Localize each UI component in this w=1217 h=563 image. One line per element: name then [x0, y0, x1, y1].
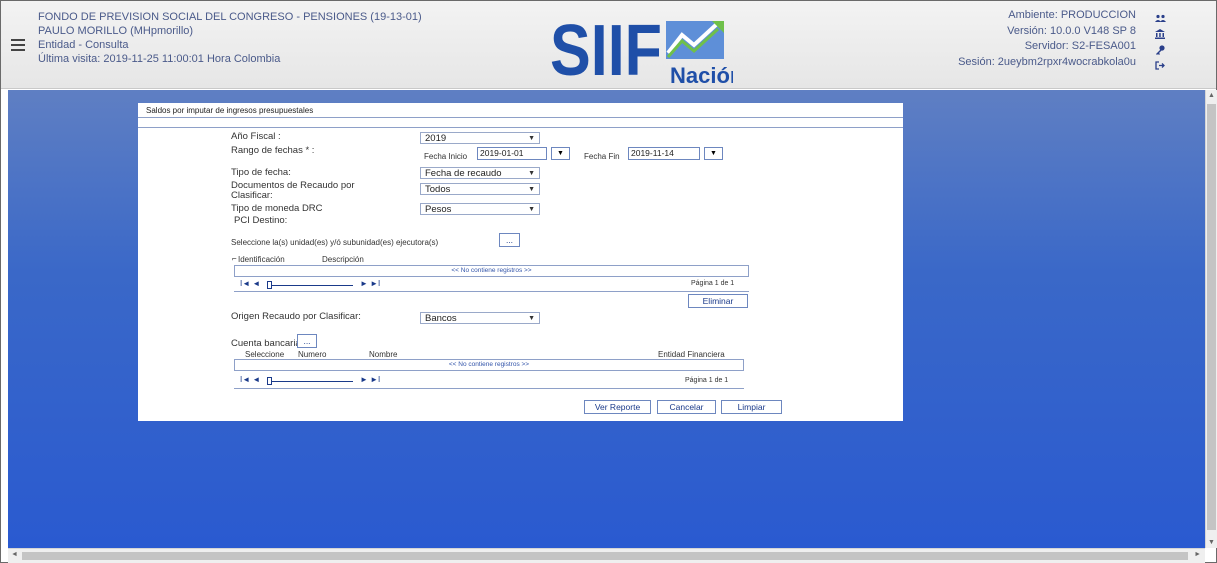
- logo-siif-text: SIIF: [550, 13, 662, 85]
- tipo-moneda-label: Tipo de moneda DRC: [231, 203, 323, 214]
- grid1-col-descripcion: Descripción: [322, 255, 364, 264]
- origen-recaudo-label: Origen Recaudo por Clasificar:: [231, 311, 361, 322]
- fecha-inicio-calendar-button[interactable]: ▼: [551, 147, 570, 160]
- grid2-empty-row: << No contiene registros >>: [234, 359, 744, 371]
- scroll-left-icon[interactable]: ◄: [11, 551, 18, 558]
- ambiente: Ambiente: PRODUCCION: [1008, 9, 1136, 21]
- anio-fiscal-value: 2019: [425, 133, 447, 144]
- user-role: Entidad - Consulta: [38, 39, 129, 51]
- menu-icon[interactable]: [11, 36, 25, 54]
- chevron-down-icon: ▼: [528, 170, 535, 177]
- logout-icon[interactable]: [1150, 58, 1170, 74]
- last-visit: Última visita: 2019-11-25 11:00:01 Hora …: [38, 53, 281, 65]
- key-icon[interactable]: [1150, 42, 1170, 58]
- bank-icon[interactable]: [1150, 27, 1170, 43]
- grid2-page-text: Página 1 de 1: [685, 377, 729, 384]
- fecha-fin-field[interactable]: 2019-11-14: [628, 147, 700, 160]
- grid1-pager-next-last[interactable]: ► ►I: [360, 279, 380, 291]
- grid2-pager-next-last[interactable]: ► ►I: [360, 375, 380, 387]
- fecha-inicio-field[interactable]: 2019-01-01: [477, 147, 547, 160]
- horizontal-scroll-thumb[interactable]: [22, 552, 1188, 560]
- docs-recaudo-label-2: Clasificar:: [231, 190, 273, 201]
- logo-nacion-text: Nación: [670, 63, 733, 85]
- eliminar-button[interactable]: Eliminar: [688, 294, 748, 308]
- anio-fiscal-select[interactable]: 2019 ▼: [420, 132, 540, 144]
- grid2-col-numero: Numero: [298, 350, 327, 359]
- scroll-up-icon[interactable]: ▲: [1206, 92, 1217, 99]
- grid1-checkbox-header[interactable]: ⌐: [232, 254, 237, 263]
- fecha-fin-calendar-button[interactable]: ▼: [704, 147, 723, 160]
- grid1-pager-first-prev[interactable]: I◄ ◄: [240, 279, 260, 291]
- grid2-pager-track: [268, 381, 353, 382]
- grid2-col-seleccione: Seleccione: [245, 350, 285, 359]
- grid1-col-identificacion: Identificación: [238, 255, 285, 264]
- fecha-inicio-label: Fecha Inicio: [424, 152, 468, 161]
- tipo-fecha-select[interactable]: Fecha de recaudo ▼: [420, 167, 540, 179]
- panel-title: Saldos por imputar de ingresos presupues…: [138, 103, 903, 118]
- unidades-label: Seleccione la(s) unidad(es) y/ó subunida…: [231, 238, 439, 247]
- cuenta-bancaria-browse-button[interactable]: ...: [297, 334, 317, 348]
- grid1-pager-slider[interactable]: [267, 281, 272, 289]
- servidor: Servidor: S2-FESA001: [1024, 40, 1136, 52]
- version: Versión: 10.0.0 V148 SP 8: [1007, 24, 1136, 37]
- anio-fiscal-label: Año Fiscal :: [231, 131, 281, 142]
- grid2-footer-line: [234, 388, 744, 389]
- content-area: Saldos por imputar de ingresos presupues…: [8, 90, 1205, 548]
- vertical-scrollbar[interactable]: ▲ ▼: [1205, 90, 1217, 548]
- limpiar-button[interactable]: Limpiar: [721, 400, 782, 414]
- grid2-col-entidad: Entidad Financiera: [658, 350, 725, 359]
- tipo-moneda-value: Pesos: [425, 204, 452, 215]
- user-name: PAULO MORILLO (MHpmorillo): [38, 25, 194, 37]
- tipo-moneda-select[interactable]: Pesos ▼: [420, 203, 540, 215]
- vertical-scroll-thumb[interactable]: [1207, 104, 1216, 530]
- report-form-panel: Saldos por imputar de ingresos presupues…: [138, 103, 903, 421]
- scroll-right-icon[interactable]: ►: [1194, 551, 1201, 558]
- entity-name: FONDO DE PREVISION SOCIAL DEL CONGRESO -…: [38, 11, 422, 23]
- unidades-browse-button[interactable]: ...: [499, 233, 520, 247]
- cuenta-bancaria-label: Cuenta bancaria:: [231, 338, 304, 349]
- scroll-down-icon[interactable]: ▼: [1206, 539, 1217, 546]
- cancelar-button[interactable]: Cancelar: [657, 400, 716, 414]
- grid1-page-text: Página 1 de 1: [691, 280, 735, 287]
- ver-reporte-button[interactable]: Ver Reporte: [584, 400, 651, 414]
- horizontal-scrollbar[interactable]: ◄ ►: [8, 548, 1205, 563]
- chevron-down-icon: ▼: [528, 186, 535, 193]
- grid2-col-nombre: Nombre: [369, 350, 398, 359]
- sesion: Sesión: 2ueybm2rpxr4wocrabkola0u: [958, 55, 1136, 68]
- rango-fechas-label: Rango de fechas * :: [231, 145, 315, 156]
- chevron-down-icon: ▼: [528, 135, 535, 142]
- siif-logo: SIIF Nación: [550, 13, 733, 85]
- pci-destino-label: PCI Destino:: [234, 215, 288, 226]
- users-icon[interactable]: [1150, 11, 1170, 27]
- tipo-fecha-label: Tipo de fecha:: [231, 167, 291, 178]
- chevron-down-icon: ▼: [528, 206, 535, 213]
- header-icons: [1150, 11, 1170, 73]
- grid2-pager-slider[interactable]: [267, 377, 272, 385]
- chevron-down-icon: ▼: [528, 315, 535, 322]
- panel-divider: [138, 127, 903, 128]
- origen-recaudo-value: Bancos: [425, 313, 457, 324]
- origen-recaudo-select[interactable]: Bancos ▼: [420, 312, 540, 324]
- grid1-empty-row: << No contiene registros >>: [234, 265, 749, 277]
- app-header: FONDO DE PREVISION SOCIAL DEL CONGRESO -…: [1, 1, 1216, 89]
- session-info: FONDO DE PREVISION SOCIAL DEL CONGRESO -…: [38, 10, 422, 66]
- tipo-fecha-value: Fecha de recaudo: [425, 168, 502, 179]
- grid1-pager-track: [268, 285, 353, 286]
- grid2-pager-first-prev[interactable]: I◄ ◄: [240, 375, 260, 387]
- docs-recaudo-select[interactable]: Todos ▼: [420, 183, 540, 195]
- fecha-fin-label: Fecha Fin: [584, 152, 620, 161]
- docs-recaudo-value: Todos: [425, 184, 451, 195]
- environment-info: Ambiente: PRODUCCION Versión: 10.0.0 V14…: [921, 8, 1136, 70]
- grid1-footer-line: [234, 291, 749, 292]
